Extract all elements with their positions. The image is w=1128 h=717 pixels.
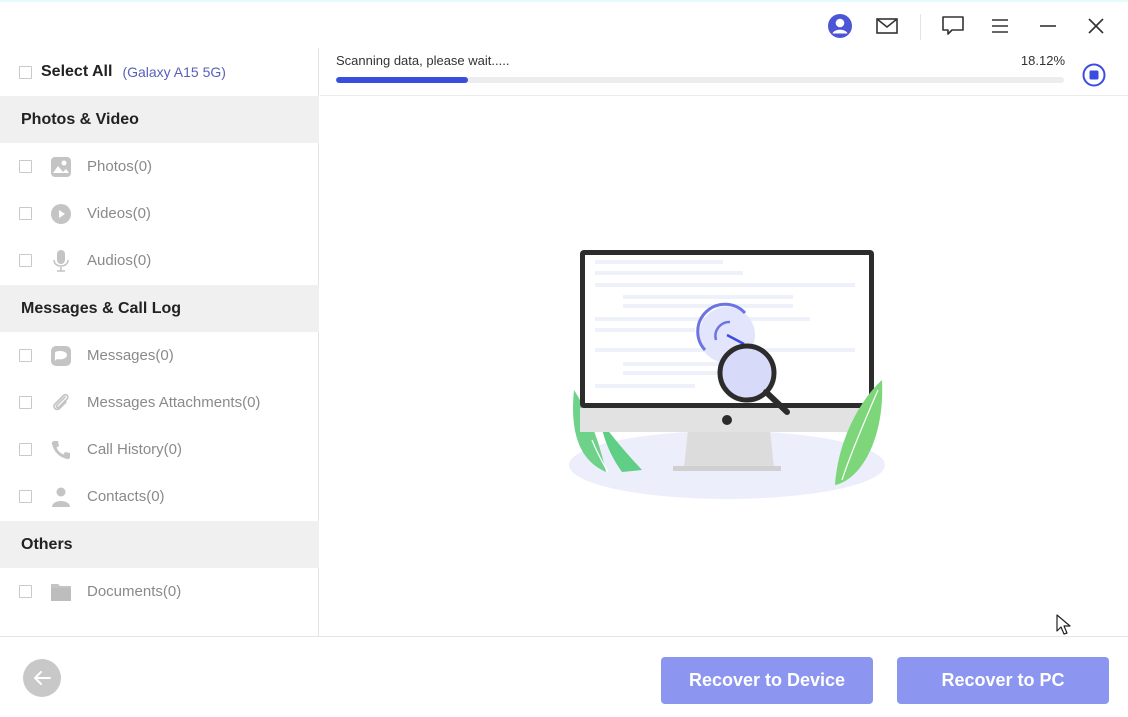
scan-progress-bar	[336, 77, 1064, 83]
scan-progress-panel: Scanning data, please wait..... 18.12%	[320, 48, 1128, 96]
select-all-row[interactable]: Select All (Galaxy A15 5G)	[0, 48, 319, 96]
folder-icon	[49, 580, 73, 604]
microphone-icon	[49, 249, 73, 273]
group-header-others: Others	[0, 521, 319, 568]
file-type-sidebar: Select All (Galaxy A15 5G) Photos & Vide…	[0, 48, 319, 636]
photo-icon	[49, 155, 73, 179]
contacts-checkbox[interactable]	[19, 490, 32, 503]
messages-attachments-label: Messages Attachments(0)	[87, 394, 261, 411]
messages-attachments-checkbox[interactable]	[19, 396, 32, 409]
recover-to-pc-button[interactable]: Recover to PC	[897, 657, 1109, 704]
documents-checkbox[interactable]	[19, 585, 32, 598]
mouse-cursor-icon	[1056, 614, 1071, 635]
videos-label: Videos(0)	[87, 205, 151, 222]
monitor-stand	[684, 430, 774, 468]
sidebar-item-audios[interactable]: Audios(0)	[0, 237, 319, 284]
stop-scan-button[interactable]	[1082, 63, 1106, 87]
audios-checkbox[interactable]	[19, 254, 32, 267]
device-name: (Galaxy A15 5G)	[122, 64, 226, 80]
minimize-icon	[1040, 25, 1056, 27]
close-button[interactable]	[1082, 12, 1110, 40]
close-icon	[1088, 18, 1104, 34]
account-icon	[828, 14, 852, 38]
footer-bar: Recover to Device Recover to PC	[0, 636, 1128, 717]
photos-checkbox[interactable]	[19, 160, 32, 173]
menu-button[interactable]	[986, 12, 1014, 40]
group-header-photos-video: Photos & Video	[0, 96, 319, 143]
audios-label: Audios(0)	[87, 252, 152, 269]
messages-label: Messages(0)	[87, 347, 174, 364]
message-icon	[49, 344, 73, 368]
back-button[interactable]	[23, 659, 61, 697]
mail-icon	[876, 18, 898, 34]
mail-button[interactable]	[873, 12, 901, 40]
account-button[interactable]	[826, 12, 854, 40]
recover-to-device-button[interactable]: Recover to Device	[661, 657, 873, 704]
sidebar-item-messages[interactable]: Messages(0)	[0, 332, 319, 379]
feedback-icon	[942, 16, 964, 35]
scan-percent-text: 18.12%	[1020, 53, 1065, 68]
menu-icon	[992, 19, 1008, 33]
paperclip-icon	[49, 391, 73, 415]
call-history-label: Call History(0)	[87, 441, 183, 458]
select-all-label: Select All	[41, 63, 113, 80]
scan-progress-fill	[336, 77, 468, 83]
contacts-label: Contacts(0)	[87, 488, 165, 505]
group-header-messages-call-log: Messages & Call Log	[0, 285, 319, 332]
documents-label: Documents(0)	[87, 583, 182, 600]
contact-icon	[49, 485, 73, 509]
stop-icon	[1082, 63, 1106, 87]
minimize-button[interactable]	[1034, 12, 1062, 40]
sidebar-item-call-history[interactable]: Call History(0)	[0, 426, 319, 473]
video-icon	[49, 202, 73, 226]
photos-label: Photos(0)	[87, 158, 153, 175]
feedback-button[interactable]	[939, 12, 967, 40]
sidebar-item-videos[interactable]: Videos(0)	[0, 190, 319, 237]
call-history-checkbox[interactable]	[19, 443, 32, 456]
titlebar-divider	[920, 14, 921, 40]
phone-icon	[49, 438, 73, 462]
sidebar-item-messages-attachments[interactable]: Messages Attachments(0)	[0, 379, 319, 426]
sidebar-item-documents[interactable]: Documents(0)	[0, 568, 319, 615]
title-bar	[0, 0, 1128, 48]
videos-checkbox[interactable]	[19, 207, 32, 220]
arrow-left-icon	[34, 671, 51, 685]
scanning-illustration	[560, 240, 900, 510]
messages-checkbox[interactable]	[19, 349, 32, 362]
scan-status-text: Scanning data, please wait.....	[336, 53, 510, 68]
monitor-camera	[722, 415, 732, 425]
sidebar-item-photos[interactable]: Photos(0)	[0, 143, 319, 190]
sidebar-item-contacts[interactable]: Contacts(0)	[0, 473, 319, 520]
select-all-checkbox[interactable]	[19, 65, 32, 79]
